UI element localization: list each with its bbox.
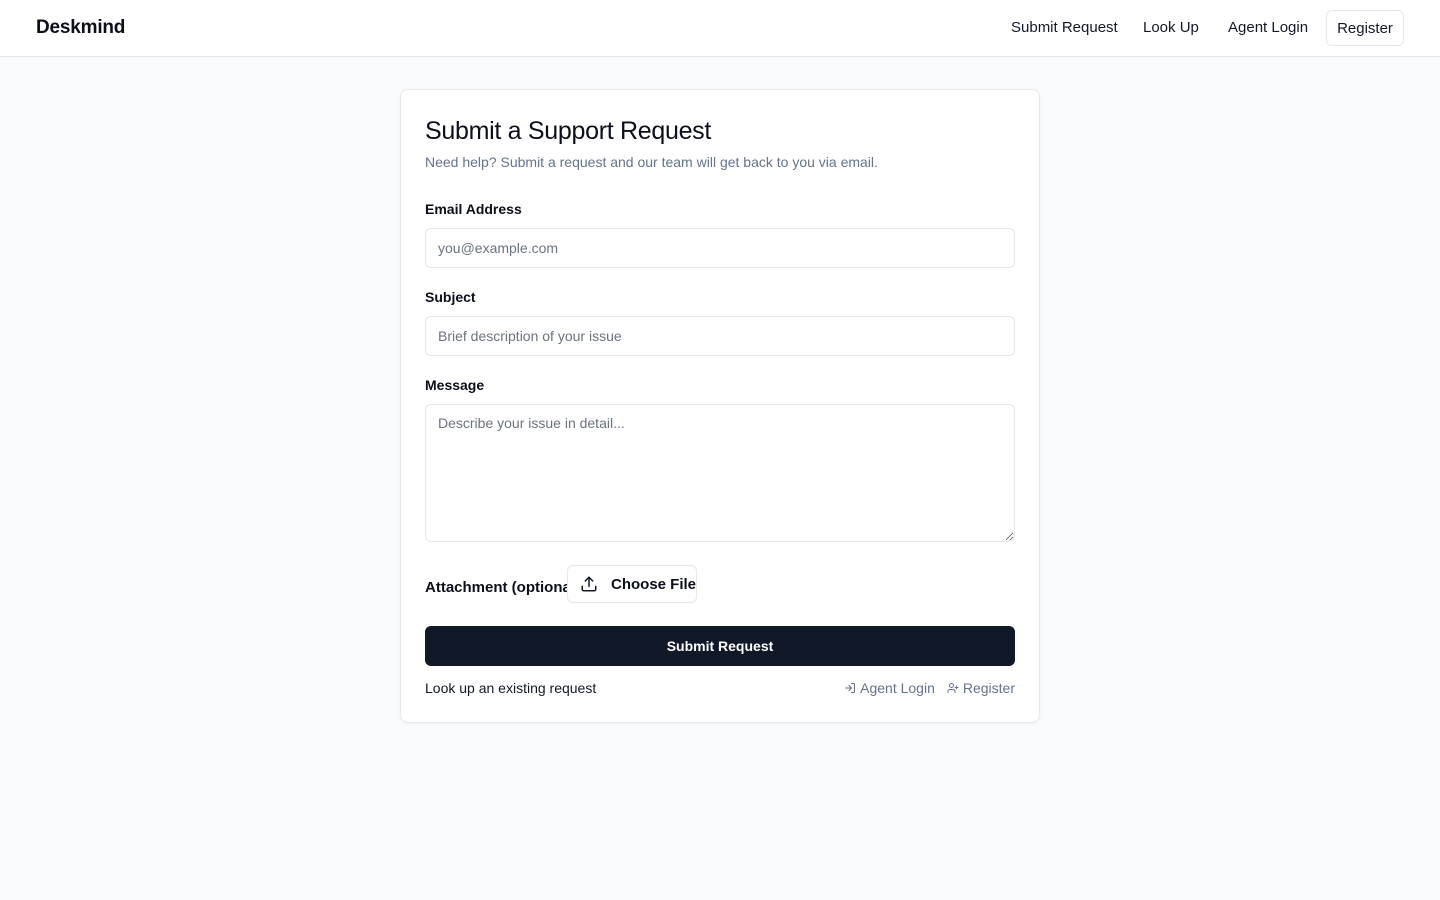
top-navigation-bar: Deskmind Submit Request Look Up Agent Lo… <box>0 0 1440 57</box>
footer-register-link[interactable]: Register <box>947 680 1015 696</box>
log-in-icon <box>845 683 856 693</box>
nav-submit-request[interactable]: Submit Request <box>1011 19 1118 36</box>
brand-logo-text[interactable]: Deskmind <box>36 17 125 39</box>
footer-agent-login-link[interactable]: Agent Login <box>844 680 935 696</box>
message-label: Message <box>425 377 485 393</box>
page-subtitle: Need help? Submit a request and our team… <box>425 154 878 170</box>
choose-file-label: Choose File <box>611 575 697 593</box>
attachment-label: Attachment (optional) <box>425 579 580 596</box>
lookup-existing-request-link[interactable]: Look up an existing request <box>425 680 596 696</box>
nav-register-button[interactable]: Register <box>1326 10 1404 46</box>
nav-look-up[interactable]: Look Up <box>1143 19 1199 36</box>
support-request-card: Submit a Support Request Need help? Subm… <box>400 89 1040 723</box>
subject-field[interactable] <box>425 316 1015 356</box>
choose-file-button[interactable]: Choose File <box>567 565 697 603</box>
email-label: Email Address <box>425 201 522 217</box>
nav-agent-login[interactable]: Agent Login <box>1228 19 1308 36</box>
subject-label: Subject <box>425 289 476 305</box>
upload-icon <box>580 575 598 593</box>
footer-links: Agent Login Register <box>844 680 1015 696</box>
page-title: Submit a Support Request <box>425 117 712 145</box>
message-textarea[interactable] <box>425 404 1015 542</box>
footer-agent-login-label: Agent Login <box>860 680 935 696</box>
submit-request-button[interactable]: Submit Request <box>425 626 1015 666</box>
footer-register-label: Register <box>962 680 1015 696</box>
email-field[interactable] <box>425 228 1015 268</box>
user-plus-icon <box>947 683 959 693</box>
